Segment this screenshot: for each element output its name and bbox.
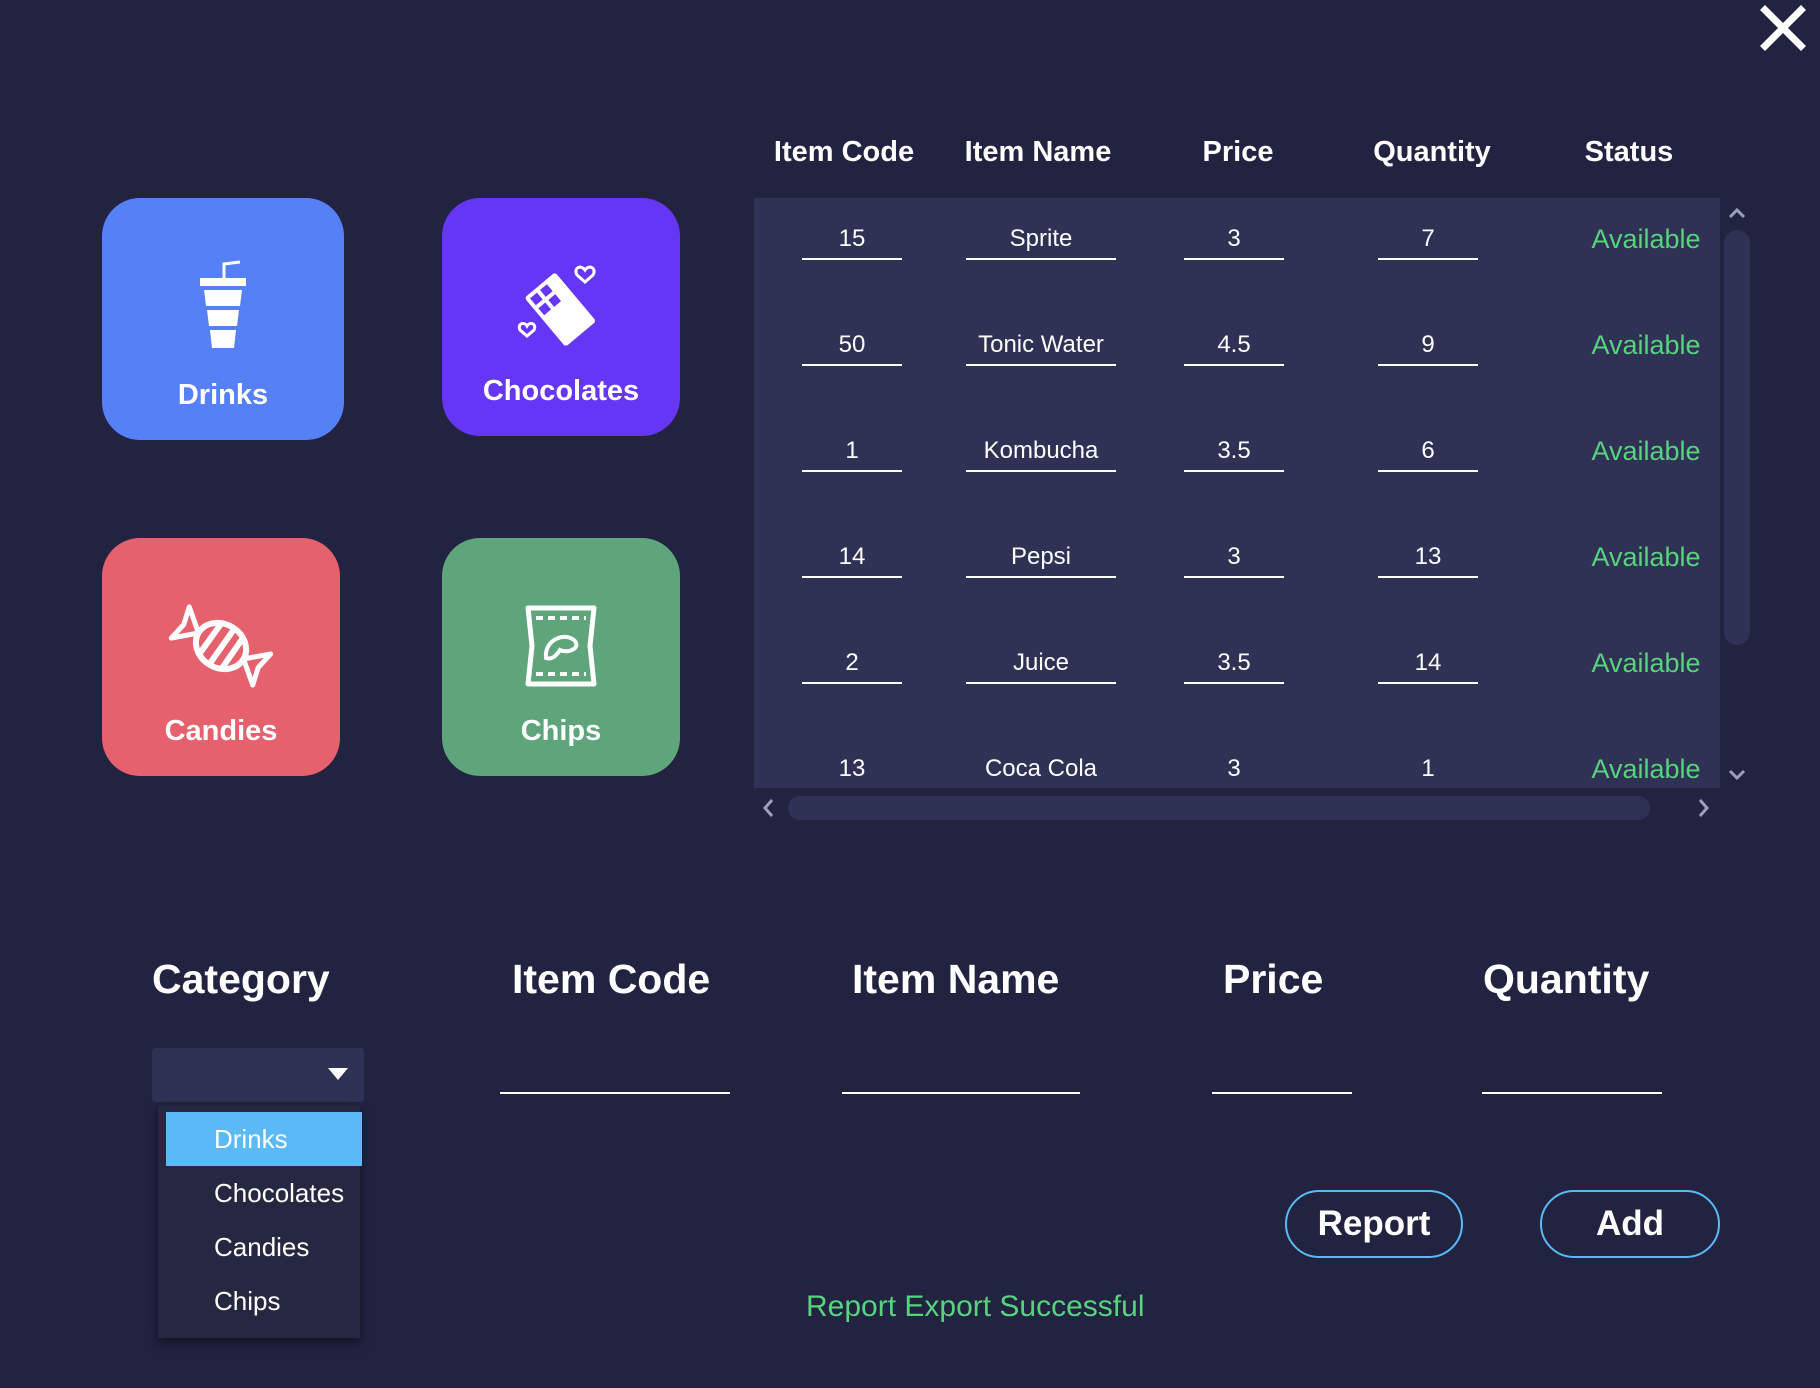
scroll-left-icon[interactable] bbox=[762, 798, 774, 823]
cell-status: Available bbox=[1591, 330, 1701, 360]
close-button[interactable] bbox=[1759, 4, 1807, 52]
cell-quantity[interactable]: 14 bbox=[1378, 646, 1478, 684]
chocolates-tile-label: Chocolates bbox=[482, 375, 640, 407]
cell-status: Available bbox=[1591, 754, 1701, 784]
cell-item-name[interactable]: Tonic Water bbox=[966, 328, 1116, 366]
cell-price[interactable]: 3.5 bbox=[1184, 434, 1284, 472]
scroll-down-icon[interactable] bbox=[1728, 768, 1746, 786]
table-row[interactable]: 2 Juice 3.5 14 Available bbox=[754, 636, 1720, 696]
header-status[interactable]: Status bbox=[1585, 136, 1674, 169]
cell-item-name[interactable]: Sprite bbox=[966, 222, 1116, 260]
dropdown-option-candies[interactable]: Candies bbox=[166, 1220, 362, 1274]
drinks-tile-label: Drinks bbox=[177, 379, 269, 411]
candies-tile[interactable]: Candies bbox=[102, 538, 340, 776]
add-button[interactable]: Add bbox=[1540, 1190, 1720, 1258]
cell-quantity[interactable]: 13 bbox=[1378, 540, 1478, 578]
header-price[interactable]: Price bbox=[1203, 136, 1274, 169]
cell-quantity[interactable]: 9 bbox=[1378, 328, 1478, 366]
scroll-right-icon[interactable] bbox=[1698, 798, 1710, 823]
close-icon bbox=[1760, 5, 1806, 51]
cup-icon bbox=[168, 255, 278, 365]
cell-status: Available bbox=[1591, 542, 1701, 572]
dropdown-option-chips[interactable]: Chips bbox=[166, 1274, 362, 1328]
cell-item-name[interactable]: Pepsi bbox=[966, 540, 1116, 578]
cell-item-name[interactable]: Kombucha bbox=[966, 434, 1116, 472]
quantity-label: Quantity bbox=[1483, 956, 1650, 1002]
dropdown-option-drinks[interactable]: Drinks bbox=[166, 1112, 362, 1166]
chips-tile-label: Chips bbox=[520, 715, 602, 747]
table-row[interactable]: 14 Pepsi 3 13 Available bbox=[754, 530, 1720, 590]
header-item-code[interactable]: Item Code bbox=[774, 136, 914, 169]
cell-price[interactable]: 3 bbox=[1184, 540, 1284, 578]
chips-bag-icon bbox=[506, 591, 616, 701]
cell-quantity[interactable]: 7 bbox=[1378, 222, 1478, 260]
cell-quantity[interactable]: 1 bbox=[1378, 752, 1478, 788]
item-name-label: Item Name bbox=[852, 956, 1060, 1002]
table-row[interactable]: 15 Sprite 3 7 Available bbox=[754, 212, 1720, 272]
quantity-input[interactable] bbox=[1482, 1040, 1662, 1094]
status-message: Report Export Successful bbox=[806, 1290, 1145, 1323]
cell-item-code[interactable]: 50 bbox=[802, 328, 902, 366]
cell-status: Available bbox=[1591, 224, 1701, 254]
cell-item-name[interactable]: Coca Cola bbox=[966, 752, 1116, 788]
drinks-tile[interactable]: Drinks bbox=[102, 198, 344, 440]
items-table[interactable]: 15 Sprite 3 7 Available 50 Tonic Water 4… bbox=[754, 198, 1720, 788]
chips-tile[interactable]: Chips bbox=[442, 538, 680, 776]
item-code-input[interactable] bbox=[500, 1040, 730, 1094]
cell-quantity[interactable]: 6 bbox=[1378, 434, 1478, 472]
cell-status: Available bbox=[1591, 436, 1701, 466]
category-dropdown[interactable]: Drinks Chocolates Candies Chips bbox=[158, 1106, 362, 1338]
category-select[interactable] bbox=[152, 1048, 364, 1102]
chocolate-bar-icon bbox=[506, 251, 616, 361]
cell-status: Available bbox=[1591, 648, 1701, 678]
cell-item-code[interactable]: 14 bbox=[802, 540, 902, 578]
vertical-scrollbar[interactable] bbox=[1724, 230, 1750, 645]
dropdown-option-chocolates[interactable]: Chocolates bbox=[166, 1166, 362, 1220]
table-row[interactable]: 1 Kombucha 3.5 6 Available bbox=[754, 424, 1720, 484]
cell-item-name[interactable]: Juice bbox=[966, 646, 1116, 684]
cell-price[interactable]: 3 bbox=[1184, 752, 1284, 788]
price-input[interactable] bbox=[1212, 1040, 1352, 1094]
cell-item-code[interactable]: 13 bbox=[802, 752, 902, 788]
price-label: Price bbox=[1223, 956, 1324, 1002]
cell-item-code[interactable]: 15 bbox=[802, 222, 902, 260]
cell-item-code[interactable]: 1 bbox=[802, 434, 902, 472]
cell-price[interactable]: 3 bbox=[1184, 222, 1284, 260]
scroll-up-icon[interactable] bbox=[1728, 206, 1746, 224]
candy-icon bbox=[166, 591, 276, 701]
candies-tile-label: Candies bbox=[164, 715, 278, 747]
report-button[interactable]: Report bbox=[1285, 1190, 1463, 1258]
item-name-input[interactable] bbox=[842, 1040, 1080, 1094]
chevron-down-icon bbox=[328, 1068, 348, 1080]
category-label: Category bbox=[152, 956, 330, 1002]
cell-item-code[interactable]: 2 bbox=[802, 646, 902, 684]
cell-price[interactable]: 4.5 bbox=[1184, 328, 1284, 366]
table-row[interactable]: 50 Tonic Water 4.5 9 Available bbox=[754, 318, 1720, 378]
header-item-name[interactable]: Item Name bbox=[965, 136, 1112, 169]
horizontal-scrollbar[interactable] bbox=[788, 796, 1650, 820]
table-row[interactable]: 13 Coca Cola 3 1 Available bbox=[754, 742, 1720, 788]
item-code-label: Item Code bbox=[512, 956, 711, 1002]
header-quantity[interactable]: Quantity bbox=[1373, 136, 1491, 169]
cell-price[interactable]: 3.5 bbox=[1184, 646, 1284, 684]
chocolates-tile[interactable]: Chocolates bbox=[442, 198, 680, 436]
